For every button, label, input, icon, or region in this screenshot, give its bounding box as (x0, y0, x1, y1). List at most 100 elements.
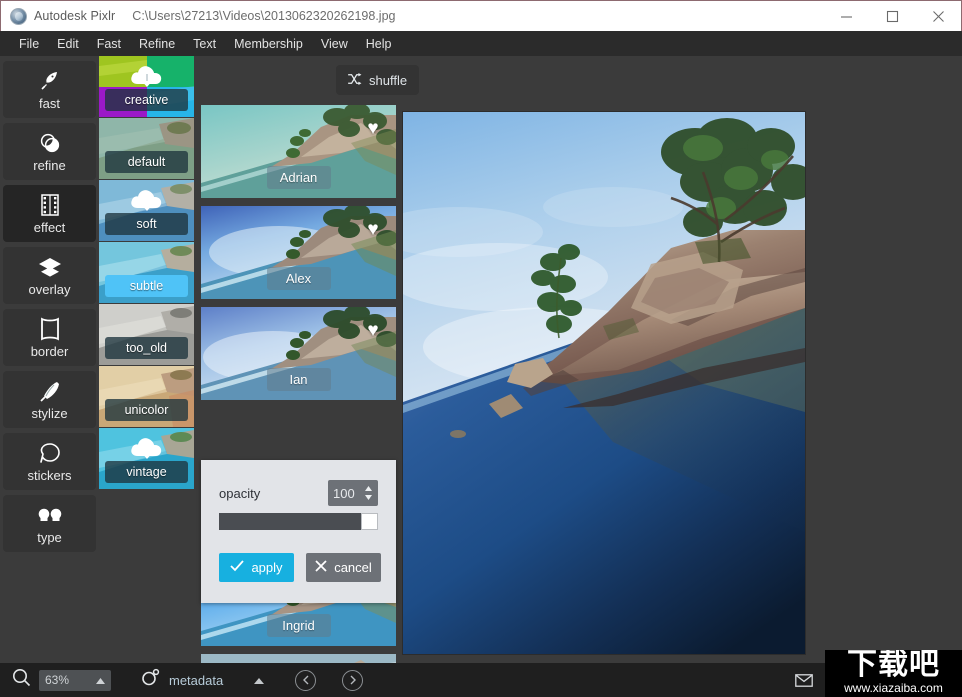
pixlr-app-window: Autodesk Pixlr C:\Users\27213\Videos\201… (0, 0, 962, 697)
category-label: creative (105, 89, 188, 111)
category-creative[interactable]: creative (99, 56, 194, 117)
filter-label: Ian (266, 368, 331, 391)
tool-label: effect (33, 219, 66, 235)
menu-fast[interactable]: Fast (88, 34, 130, 54)
menu-view[interactable]: View (312, 34, 357, 54)
dialog-button-row: apply cancel (219, 553, 381, 582)
shuffle-button[interactable]: shuffle (336, 65, 420, 95)
sticker-icon (38, 441, 62, 466)
metadata-control[interactable]: metadata (141, 668, 364, 691)
metadata-caret-up-icon[interactable] (254, 671, 265, 689)
watermark-url: www.xiazaiba.com (844, 681, 943, 695)
film-icon (39, 193, 61, 218)
tool-refine[interactable]: refine (3, 123, 96, 180)
feather-icon (38, 379, 62, 404)
opacity-row: opacity 100 (219, 480, 378, 506)
download-icon (128, 186, 166, 213)
opacity-slider[interactable] (219, 513, 378, 530)
zoom-select[interactable]: 63% (39, 669, 111, 691)
tool-label: overlay (28, 281, 71, 297)
tool-type[interactable]: type (3, 495, 96, 552)
chevron-right-icon[interactable] (342, 669, 364, 691)
contrast-icon (38, 131, 62, 156)
minimize-icon[interactable] (823, 1, 869, 31)
tool-rail: fast refine effect overlay border styliz… (0, 56, 99, 663)
filter-item-ian[interactable]: ♥ Ian (201, 307, 396, 400)
filter-thumbnail (201, 654, 396, 663)
opacity-value: 100 (333, 485, 355, 501)
apply-button[interactable]: apply (219, 553, 294, 582)
quote-icon (37, 503, 63, 528)
cancel-label: cancel (334, 560, 372, 575)
opacity-dialog: opacity 100 apply cancel (201, 460, 396, 603)
pixlr-globe-icon (10, 7, 27, 25)
category-label: unicolor (105, 399, 188, 421)
title-bar: Autodesk Pixlr C:\Users\27213\Videos\201… (0, 0, 962, 31)
tool-label: border (30, 343, 69, 359)
apply-label: apply (251, 560, 283, 575)
heart-icon[interactable]: ♥ (358, 315, 388, 345)
menu-file[interactable]: File (10, 34, 48, 54)
download-icon (128, 434, 166, 461)
category-subtle[interactable]: subtle (99, 242, 194, 303)
category-label: vintage (105, 461, 188, 483)
caret-up-icon[interactable] (96, 671, 105, 689)
menu-bar: File Edit Fast Refine Text Membership Vi… (0, 31, 962, 56)
tool-border[interactable]: border (3, 309, 96, 366)
tool-label: stylize (31, 405, 68, 421)
category-label: soft (105, 213, 188, 235)
effect-category-column: creative default soft subtle too_old uni… (99, 56, 196, 663)
menu-refine[interactable]: Refine (130, 34, 184, 54)
image-canvas[interactable] (403, 112, 805, 654)
tool-label: stickers (27, 467, 72, 483)
tool-fast[interactable]: fast (3, 61, 96, 118)
opacity-stepper[interactable]: 100 (328, 480, 378, 506)
heart-icon[interactable]: ♥ (358, 214, 388, 244)
filter-item-adrian[interactable]: ♥ Adrian (201, 105, 396, 198)
category-soft[interactable]: soft (99, 180, 194, 241)
filter-item-alex[interactable]: ♥ Alex (201, 206, 396, 299)
layers-icon (37, 255, 63, 280)
metadata-label: metadata (169, 672, 224, 688)
tool-stickers[interactable]: stickers (3, 433, 96, 490)
shuffle-label: shuffle (369, 72, 408, 88)
aperture-icon[interactable] (141, 668, 160, 691)
stepper-arrows-icon[interactable] (364, 485, 373, 501)
cancel-button[interactable]: cancel (306, 553, 381, 582)
tool-stylize[interactable]: stylize (3, 371, 96, 428)
opacity-label: opacity (219, 485, 261, 501)
tool-overlay[interactable]: overlay (3, 247, 96, 304)
workspace: shuffle fast refine effect overlay borde… (0, 56, 962, 663)
tool-label: fast (39, 95, 60, 111)
x-icon (315, 560, 327, 575)
menu-edit[interactable]: Edit (48, 34, 88, 54)
category-label: subtle (105, 275, 188, 297)
category-label: default (105, 151, 188, 173)
menu-membership[interactable]: Membership (225, 34, 312, 54)
category-unicolor[interactable]: unicolor (99, 366, 194, 427)
chevron-left-icon[interactable] (295, 669, 317, 691)
menu-help[interactable]: Help (357, 34, 401, 54)
category-vintage[interactable]: vintage (99, 428, 194, 489)
maximize-icon[interactable] (869, 1, 915, 31)
heart-icon[interactable]: ♥ (358, 113, 388, 143)
window-controls (823, 1, 961, 31)
category-default[interactable]: default (99, 118, 194, 179)
category-label: too_old (105, 337, 188, 359)
category-too-old[interactable]: too_old (99, 304, 194, 365)
site-watermark: 下载吧 www.xiazaiba.com (825, 650, 962, 697)
zoom-control[interactable]: 63% (12, 668, 111, 692)
zoom-value: 63% (45, 673, 70, 687)
filter-label: Alex (266, 267, 331, 290)
magnifier-icon[interactable] (12, 668, 31, 692)
filter-item-next[interactable] (201, 654, 396, 663)
menu-text[interactable]: Text (184, 34, 225, 54)
close-icon[interactable] (915, 1, 961, 31)
status-bar: 63% metadata (0, 663, 962, 697)
canvas-photo (403, 112, 805, 654)
shuffle-icon (348, 72, 362, 88)
opacity-slider-knob[interactable] (361, 513, 378, 530)
envelope-icon[interactable] (794, 673, 813, 687)
download-icon (128, 62, 166, 89)
tool-effect[interactable]: effect (3, 185, 96, 242)
